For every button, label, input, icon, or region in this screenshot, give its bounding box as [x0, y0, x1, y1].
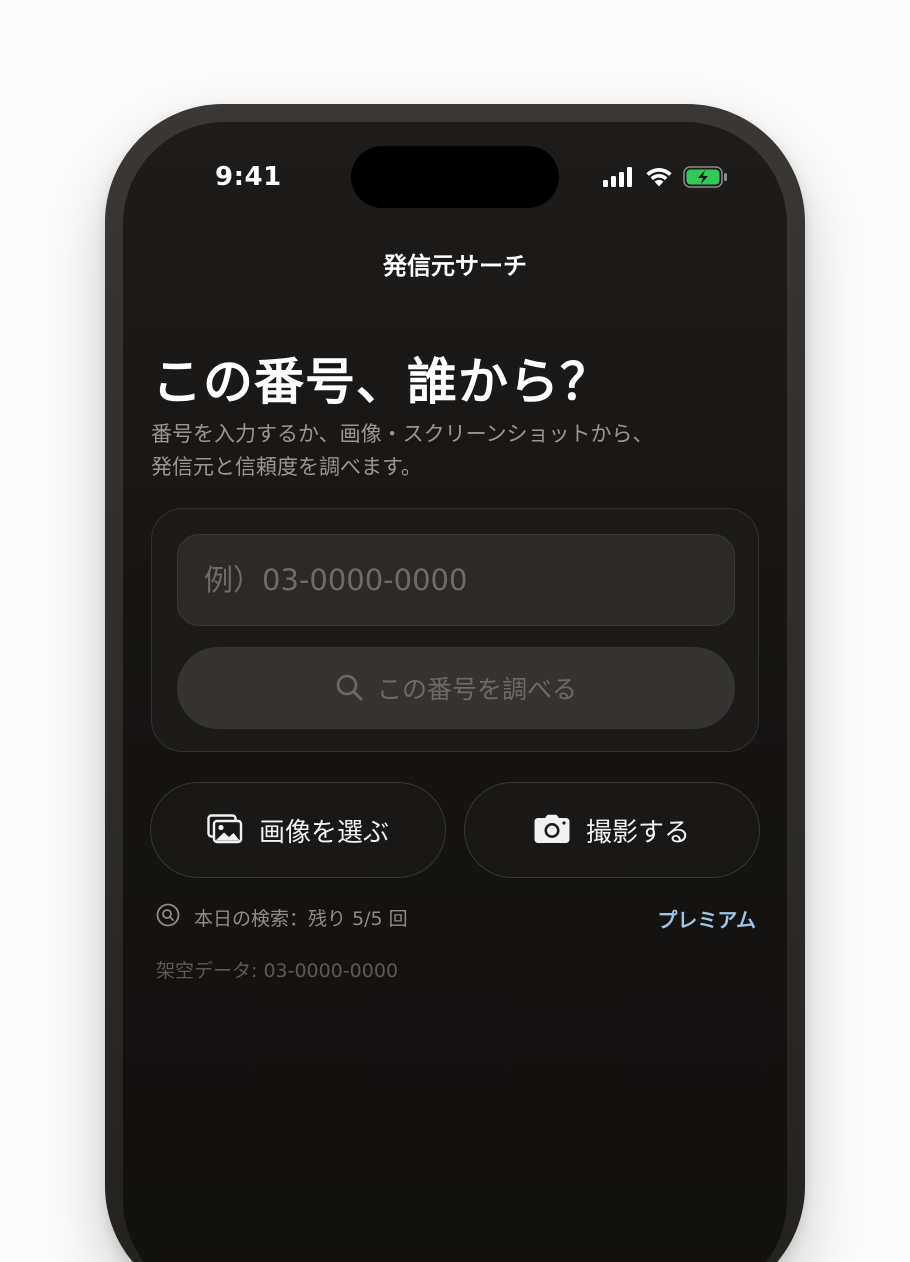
- sample-data-note: 架空データ: 03-0000-0000: [156, 960, 399, 982]
- status-time: 9:41: [215, 162, 282, 192]
- premium-link[interactable]: プレミアム: [657, 904, 756, 933]
- page-headline: この番号、誰から？: [152, 353, 611, 411]
- wifi-icon: [645, 167, 673, 191]
- search-quota: 本日の検索：残り 5/5 回 プレミアム: [156, 902, 756, 932]
- subtitle-line-1: 番号を入力するか、画像・スクリーンショットから、: [151, 422, 654, 446]
- quota-text: 本日の検索：残り 5/5 回: [194, 907, 408, 930]
- status-icons: [603, 166, 729, 192]
- stage: 9:41 発信元サーチ この番号、誰から？ 番号を入力するか、画像・スクリーンシ…: [0, 0, 910, 1262]
- search-card: この番号を調べる: [151, 508, 759, 752]
- camera-icon: [534, 814, 570, 847]
- search-circle-icon: [156, 903, 180, 931]
- choose-image-label: 画像を選ぶ: [258, 817, 389, 848]
- lookup-button-label: この番号を調べる: [376, 675, 577, 704]
- lookup-number-button[interactable]: この番号を調べる: [177, 647, 735, 729]
- dynamic-island: [351, 146, 559, 208]
- battery-charging-icon: [683, 166, 729, 192]
- phone-number-input[interactable]: [177, 534, 735, 626]
- cellular-signal-icon: [603, 167, 635, 191]
- page-subtitle: 番号を入力するか、画像・スクリーンショットから、 発信元と信頼度を調べます。: [151, 418, 751, 484]
- take-photo-button[interactable]: 撮影する: [464, 782, 760, 878]
- subtitle-line-2: 発信元と信頼度を調べます。: [151, 455, 422, 479]
- choose-image-button[interactable]: 画像を選ぶ: [150, 782, 446, 878]
- photo-library-icon: [207, 813, 243, 847]
- take-photo-label: 撮影する: [585, 817, 690, 848]
- nav-title: 発信元サーチ: [383, 252, 527, 280]
- search-icon: [335, 673, 363, 704]
- app-screen: 9:41 発信元サーチ この番号、誰から？ 番号を入力するか、画像・スクリーンシ…: [123, 122, 787, 1262]
